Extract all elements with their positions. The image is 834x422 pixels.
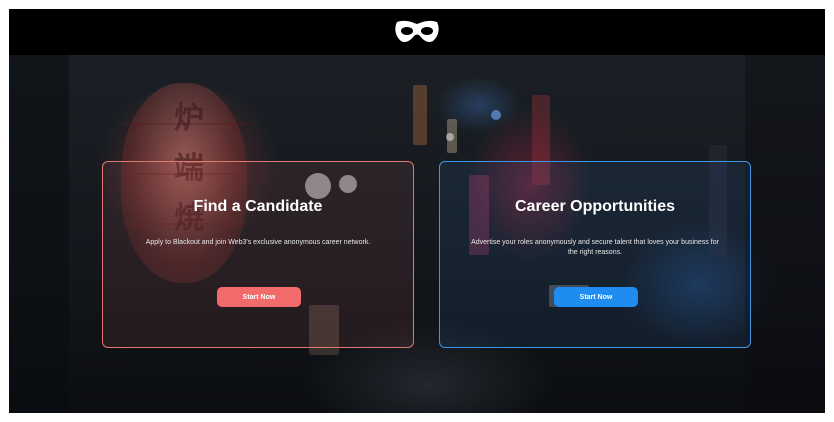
card-description: Apply to Blackout and join Web3's exclus… xyxy=(145,239,371,246)
street-light xyxy=(446,133,454,141)
card-title: Find a Candidate xyxy=(193,198,323,215)
app-frame: 炉 端 焼 Find a Candidate Apply to Blackout… xyxy=(9,9,825,413)
mask-icon[interactable] xyxy=(393,19,441,45)
shop-sign xyxy=(413,85,427,145)
card-description: Advertise your roles anonymously and sec… xyxy=(471,239,719,256)
building-left xyxy=(9,55,69,413)
building-right xyxy=(745,55,825,413)
find-candidate-card: Find a Candidate Apply to Blackout and j… xyxy=(102,161,414,348)
street-light xyxy=(491,110,501,120)
start-now-button[interactable]: Start Now xyxy=(554,287,638,307)
card-title: Career Opportunities xyxy=(514,198,676,215)
career-opportunities-card: Career Opportunities Advertise your role… xyxy=(439,161,751,348)
start-now-button[interactable]: Start Now xyxy=(217,287,301,307)
top-bar xyxy=(9,9,825,55)
lantern-glyph: 炉 xyxy=(174,101,204,136)
